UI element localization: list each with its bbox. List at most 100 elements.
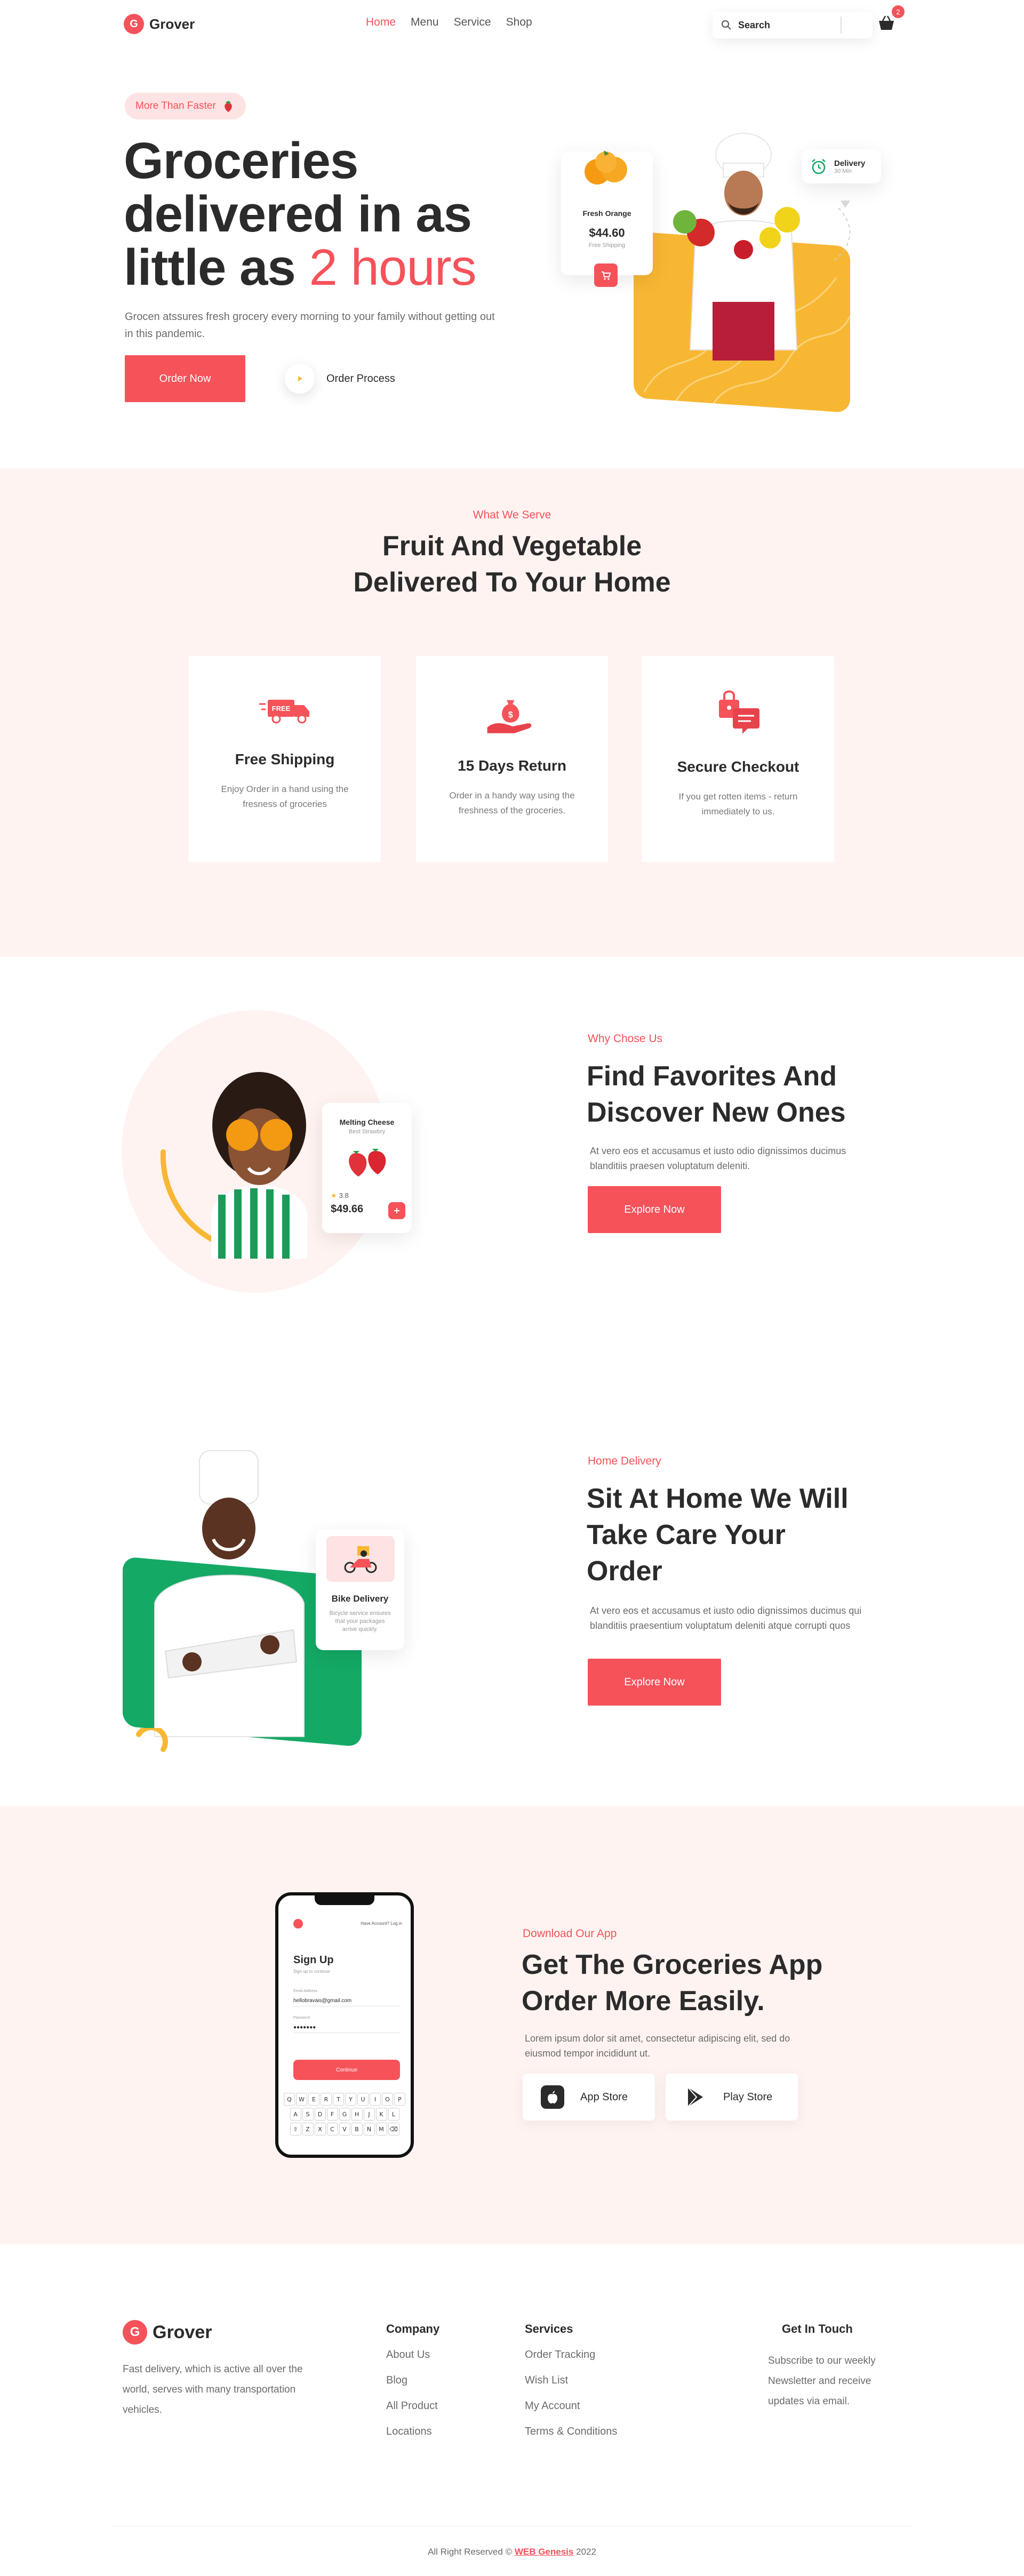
hero-title: Groceries delivered in as little as 2 ho… bbox=[124, 134, 550, 294]
cart-button[interactable]: 2 bbox=[877, 5, 905, 33]
copyright-prefix: All Right Reserved © bbox=[428, 2547, 513, 2557]
footer-link-locations[interactable]: Locations bbox=[386, 2426, 432, 2438]
delivery-title-line3: Order bbox=[587, 1556, 662, 1587]
product-card-price: $49.66 bbox=[331, 1203, 364, 1215]
phone-mockup: Have Account? Log in Sign Up Sign up to … bbox=[275, 1892, 414, 2158]
delivery-chef-illustration bbox=[154, 1450, 305, 1737]
keyboard-key: H bbox=[351, 2108, 363, 2121]
footer-link-order-tracking[interactable]: Order Tracking bbox=[525, 2349, 595, 2361]
keyboard-key: P bbox=[394, 2093, 405, 2106]
footer-logo[interactable]: G Grover bbox=[123, 2320, 212, 2345]
keyboard-key: S bbox=[302, 2108, 314, 2121]
feature-free-shipping: FREE Free Shipping Enjoy Order in a hand… bbox=[189, 656, 381, 862]
keyboard-key: X bbox=[314, 2123, 326, 2135]
dashed-path-decoration bbox=[833, 201, 851, 262]
bike-delivery-card: Bike Delivery Bicycle service ensures th… bbox=[316, 1530, 404, 1650]
main-nav: Home Menu Service Shop bbox=[366, 16, 532, 29]
scooter-icon bbox=[326, 1536, 395, 1582]
keyboard-key: N bbox=[363, 2123, 375, 2135]
delivery-description: At vero eos et accusamus et iusto odio d… bbox=[590, 1605, 862, 1631]
keyboard-key: C bbox=[326, 2123, 338, 2135]
strawberries-icon bbox=[349, 1149, 386, 1177]
footer-logo-icon: G bbox=[123, 2320, 147, 2345]
keyboard-key: U bbox=[357, 2093, 369, 2106]
bike-delivery-title: Bike Delivery bbox=[331, 1594, 389, 1604]
plus-icon bbox=[394, 1208, 399, 1213]
footer-contact-title: Get In Touch bbox=[782, 2322, 853, 2335]
delivery-explore-button[interactable]: Explore Now bbox=[588, 1659, 721, 1706]
serve-title-line1: Fruit And Vegetable bbox=[382, 531, 642, 562]
nav-menu[interactable]: Menu bbox=[411, 16, 439, 29]
order-now-button[interactable]: Order Now bbox=[125, 355, 245, 402]
keyboard-key: B bbox=[351, 2123, 363, 2135]
footer-link-about[interactable]: About Us bbox=[386, 2349, 430, 2361]
phone-continue-button: Continue bbox=[293, 2060, 400, 2080]
bike-delivery-desc: Bicycle service ensures that your packag… bbox=[329, 1610, 391, 1633]
keyboard-key: M bbox=[375, 2123, 387, 2135]
why-title-line1: Find Favorites And bbox=[587, 1061, 837, 1092]
keyboard-key: ⌫ bbox=[388, 2123, 399, 2135]
hero-title-line3-prefix: little as bbox=[124, 239, 296, 296]
search-input[interactable] bbox=[738, 19, 834, 31]
keyboard-row-1: QWERTYUIOP bbox=[284, 2093, 405, 2106]
delivery-card-title: Delivery bbox=[834, 158, 866, 168]
delivery-title: Sit At Home We Will Take Care Your Order bbox=[587, 1481, 885, 1589]
play-store-button[interactable]: Play Store bbox=[666, 2074, 798, 2121]
keyboard-row-3: ⇧ Z X C V B N M ⌫ bbox=[284, 2123, 405, 2135]
play-store-label: Play Store bbox=[723, 2091, 773, 2103]
phone-keyboard: QWERTYUIOP ASDFGHJKL ⇧ Z X C V B N M ⌫ bbox=[284, 2093, 405, 2138]
feature-15-days-return: $ 15 Days Return Order in a handy way us… bbox=[416, 656, 608, 862]
copyright-link[interactable]: WEB Genesis bbox=[515, 2547, 574, 2557]
keyboard-key: G bbox=[339, 2108, 350, 2121]
app-store-button[interactable]: App Store bbox=[523, 2074, 655, 2121]
serve-title-line2: Delivered To Your Home bbox=[353, 567, 671, 598]
explore-now-button[interactable]: Explore Now bbox=[588, 1186, 721, 1233]
keyboard-key: V bbox=[339, 2123, 350, 2135]
serve-eyebrow: What We Serve bbox=[473, 509, 551, 521]
footer-logo-text: Grover bbox=[153, 2322, 212, 2342]
feature-secure-checkout: Secure Checkout If you get rotten items … bbox=[642, 656, 834, 862]
product-add-button[interactable] bbox=[388, 1202, 405, 1219]
keyboard-key: D bbox=[314, 2108, 326, 2121]
footer-link-all-product[interactable]: All Product bbox=[386, 2400, 438, 2412]
delivery-title-line1: Sit At Home We Will bbox=[587, 1483, 849, 1514]
feature-title: 15 Days Return bbox=[458, 757, 566, 774]
nav-shop[interactable]: Shop bbox=[506, 16, 532, 29]
copyright: All Right Reserved © WEB Genesis 2022 bbox=[0, 2547, 1024, 2557]
hero-description: Grocen atssures fresh grocery every morn… bbox=[125, 311, 495, 340]
footer-contact-text: Subscribe to our weekly Newsletter and r… bbox=[768, 2355, 876, 2407]
footer-link-wish-list[interactable]: Wish List bbox=[525, 2374, 568, 2387]
footer-link-my-account[interactable]: My Account bbox=[525, 2400, 580, 2412]
footer-services-title: Services bbox=[525, 2322, 573, 2335]
hero-pill-text: More Than Faster bbox=[135, 100, 216, 111]
fresh-orange-card: Fresh Orange $44.60 Free Shipping bbox=[561, 150, 653, 275]
feature-desc: If you get rotten items - return immedia… bbox=[678, 791, 798, 817]
keyboard-key: J bbox=[363, 2108, 375, 2121]
footer-link-terms[interactable]: Terms & Conditions bbox=[525, 2426, 617, 2438]
play-store-icon bbox=[684, 2085, 707, 2109]
logo[interactable]: G Grover bbox=[124, 14, 195, 34]
cart-icon bbox=[602, 271, 611, 280]
product-card-subtitle: Best Strawbry bbox=[348, 1129, 386, 1135]
add-to-cart-button[interactable] bbox=[594, 263, 618, 287]
phone-signup-heading: Sign Up bbox=[293, 1954, 334, 1966]
feature-desc: Order in a handy way using the freshness… bbox=[449, 790, 575, 815]
hero-title-line1: Groceries bbox=[124, 132, 358, 189]
keyboard-key: Y bbox=[345, 2093, 356, 2106]
footer-company-title: Company bbox=[386, 2322, 440, 2335]
app-logo-icon bbox=[293, 1919, 303, 1929]
footer-link-blog[interactable]: Blog bbox=[386, 2374, 407, 2387]
app-store-label: App Store bbox=[580, 2091, 628, 2103]
keyboard-key: T bbox=[333, 2093, 344, 2106]
nav-home[interactable]: Home bbox=[366, 16, 396, 29]
search-divider bbox=[841, 17, 842, 34]
keyboard-key: K bbox=[375, 2108, 387, 2121]
nav-service[interactable]: Service bbox=[454, 16, 491, 29]
order-process-button[interactable]: Order Process bbox=[285, 364, 395, 394]
search-icon[interactable] bbox=[721, 20, 732, 30]
keyboard-key: W bbox=[296, 2093, 307, 2106]
footer-logo-mark-letter: G bbox=[130, 2325, 140, 2339]
why-eyebrow: Why Chose Us bbox=[588, 1033, 663, 1045]
why-title-line2: Discover New Ones bbox=[587, 1097, 846, 1128]
melting-cheese-card: Melting Cheese Best Strawbry ★ 3.8 $49.66 bbox=[322, 1103, 412, 1233]
